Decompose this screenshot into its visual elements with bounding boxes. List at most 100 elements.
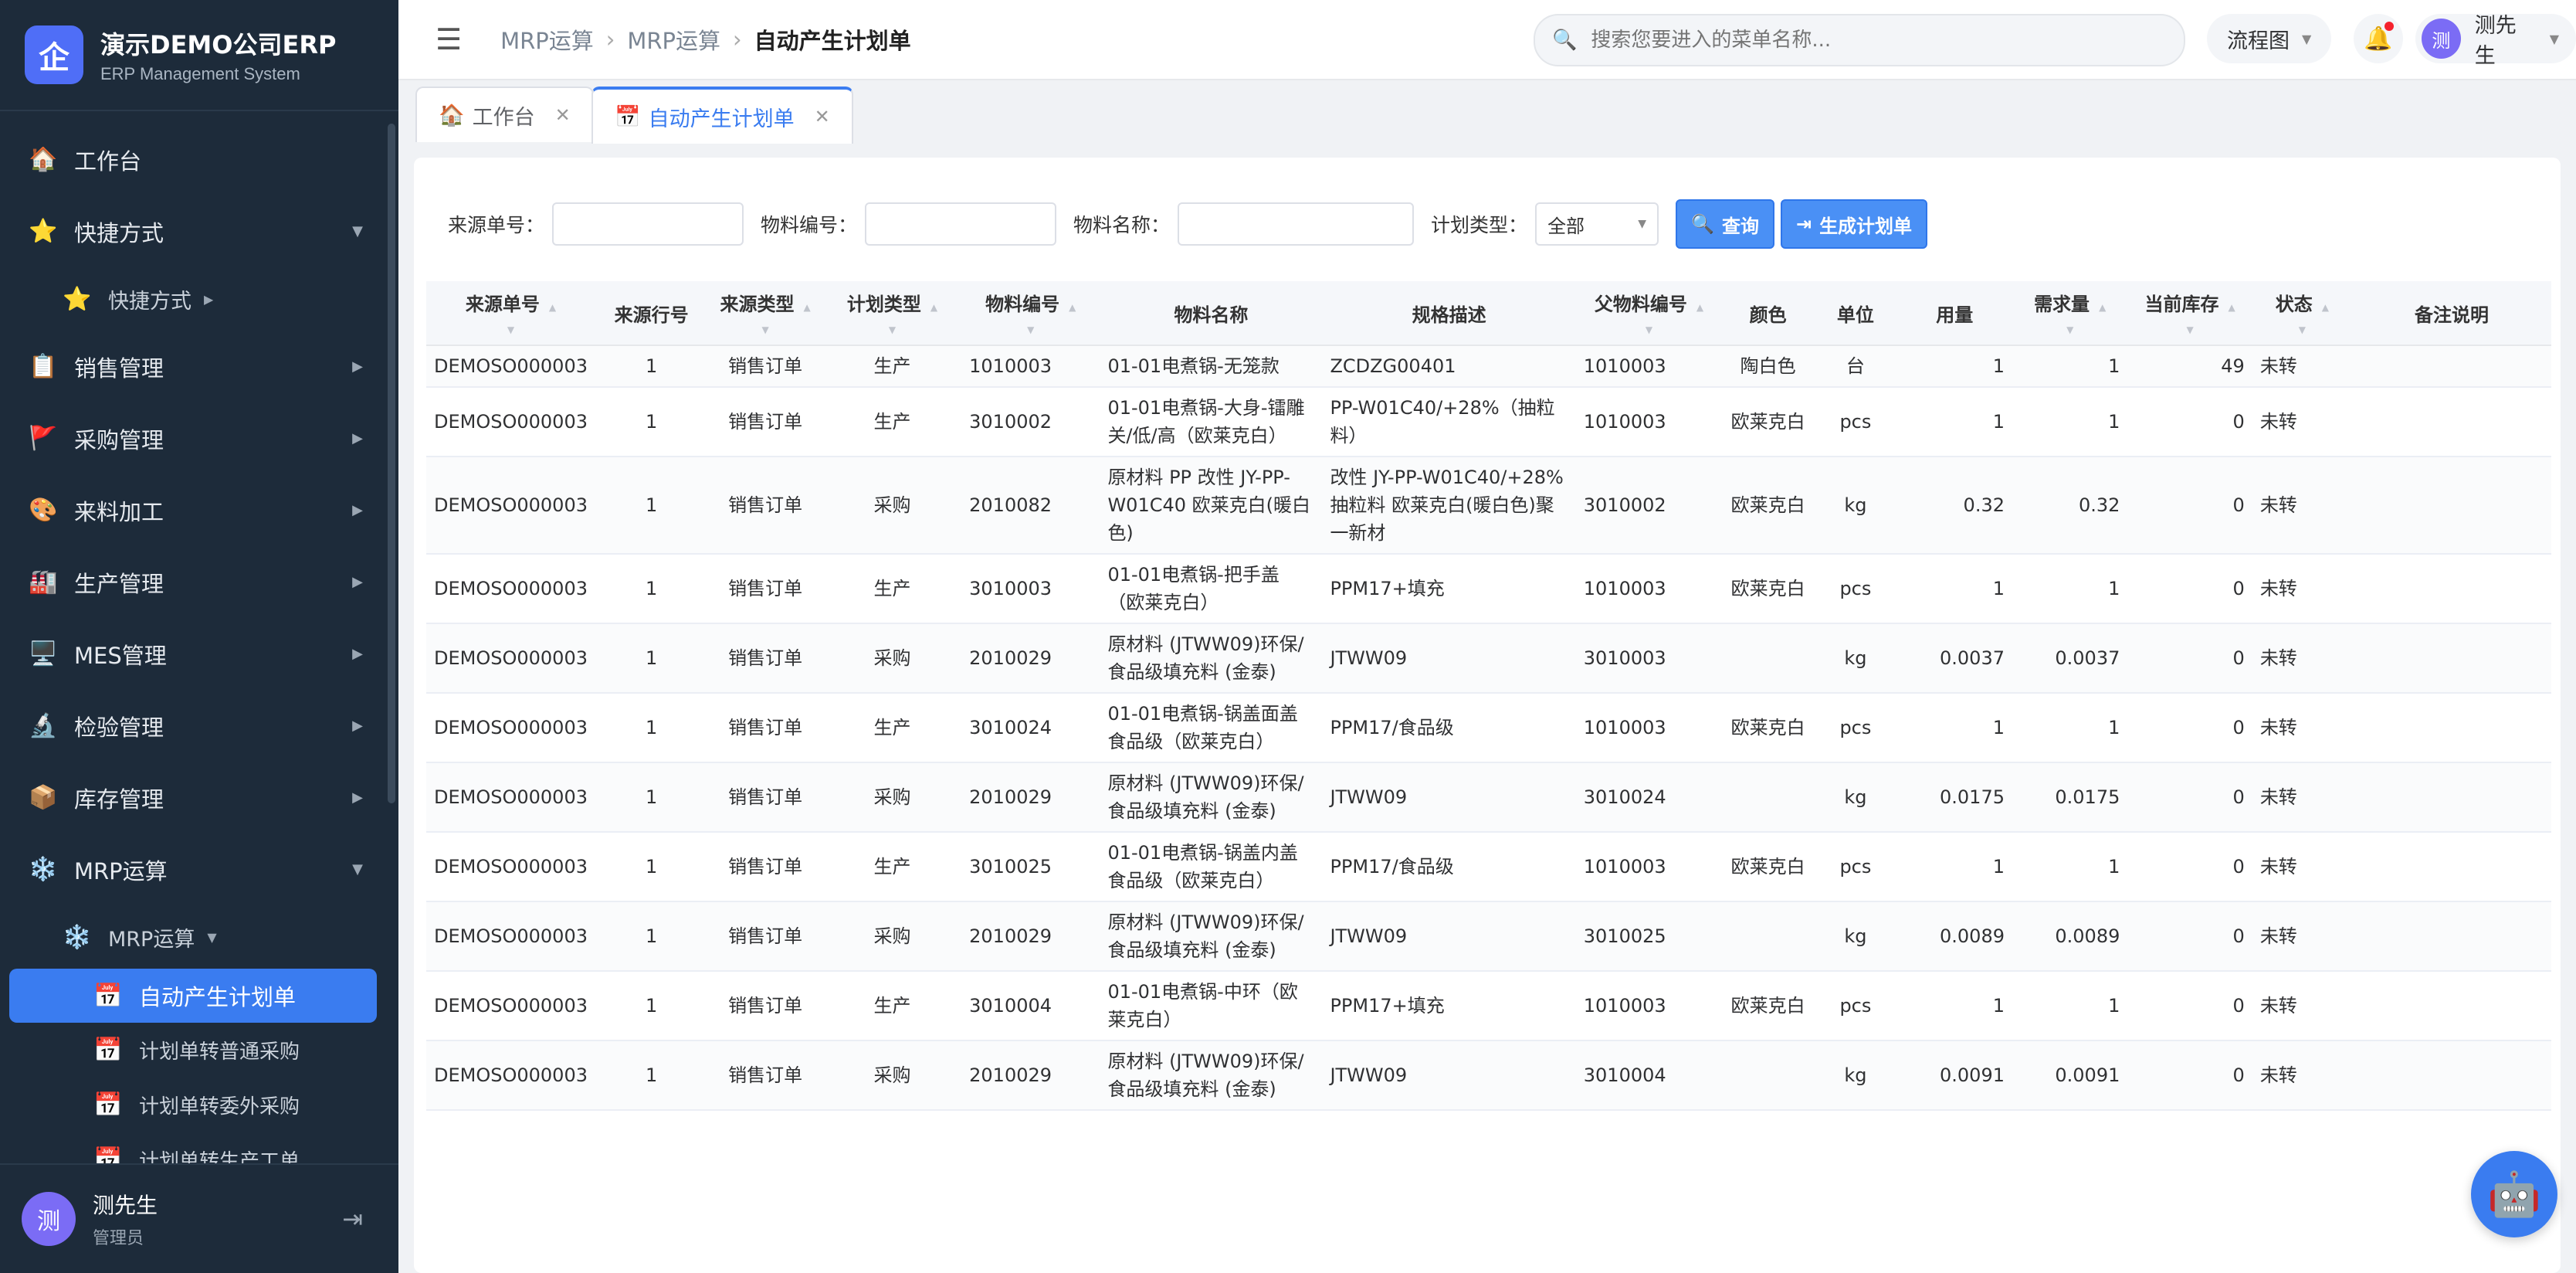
table-row[interactable]: DEMOSO000003 1 销售订单 生产 1010003 01-01电煮锅-无笼款 ZC… bbox=[426, 345, 2551, 388]
sidebar-item-production[interactable]: 🏭 生产管理 ▶ bbox=[0, 546, 386, 618]
col-header-source-type[interactable]: 来源类型 ▲ ▼ bbox=[707, 281, 823, 346]
sidebar-subitem-plan-to-purchase[interactable]: 📅 计划单转普通采购 bbox=[0, 1023, 386, 1078]
cell-stock: 49 bbox=[2127, 345, 2252, 388]
sidebar-item-label: 来料加工 bbox=[74, 498, 164, 525]
cell-status: 未转 bbox=[2252, 832, 2353, 902]
cell-stock: 0 bbox=[2127, 1040, 2252, 1111]
cell-spec: PPM17+填充 bbox=[1322, 971, 1576, 1041]
sidebar-item-label: 快捷方式 bbox=[108, 289, 192, 314]
menu-toggle-icon[interactable]: ☰ bbox=[436, 22, 462, 56]
col-header-material-name: 物料名称 bbox=[1100, 281, 1323, 346]
tab-auto-plan[interactable]: 📅 自动产生计划单 ✕ bbox=[591, 87, 853, 144]
table-row[interactable]: DEMOSO000003 1 销售订单 采购 2010029 原材料 (JTWW09)环保… bbox=[426, 623, 2551, 694]
sidebar-subitem-auto-plan[interactable]: 📅 自动产生计划单 bbox=[9, 969, 377, 1023]
sidebar-subitem-plan-to-outsource[interactable]: 📅 计划单转委外采购 bbox=[0, 1078, 386, 1132]
tab-workbench[interactable]: 🏠 工作台 ✕ bbox=[415, 87, 594, 142]
close-icon[interactable]: ✕ bbox=[815, 106, 830, 127]
cell-source-type: 销售订单 bbox=[707, 623, 823, 694]
plan-type-value: 全部 bbox=[1547, 215, 1585, 237]
breadcrumb-item[interactable]: MRP运算 bbox=[627, 23, 720, 56]
col-header-source-no[interactable]: 来源单号 ▲ ▼ bbox=[426, 281, 595, 346]
search-input[interactable] bbox=[1589, 28, 2149, 53]
sidebar-item-processing[interactable]: 🎨 来料加工 ▶ bbox=[0, 474, 386, 546]
cell-source-type: 销售订单 bbox=[707, 832, 823, 902]
table-body: DEMOSO000003 1 销售订单 生产 1010003 01-01电煮锅-无笼款 ZC… bbox=[426, 345, 2551, 1111]
table-row[interactable]: DEMOSO000003 1 销售订单 生产 3010002 01-01电煮锅-大身-镭雕… bbox=[426, 387, 2551, 457]
calendar-icon: 📅 bbox=[93, 982, 123, 1010]
material-name-input[interactable] bbox=[1178, 202, 1415, 246]
cell-usage: 0.0037 bbox=[1896, 623, 2012, 694]
cell-unit: pcs bbox=[1814, 554, 1897, 624]
plan-type-select[interactable]: 全部 ▼ bbox=[1535, 202, 1659, 246]
menu-search-box[interactable]: 🔍 bbox=[1534, 14, 2185, 66]
table-row[interactable]: DEMOSO000003 1 销售订单 采购 2010029 原材料 (JTWW09)环保… bbox=[426, 762, 2551, 833]
cell-source-type: 销售订单 bbox=[707, 762, 823, 833]
source-no-input[interactable] bbox=[552, 202, 744, 246]
cell-plan-type: 生产 bbox=[822, 832, 962, 902]
cell-source-no: DEMOSO000003 bbox=[426, 971, 595, 1041]
assistant-robot-button[interactable]: 🤖 bbox=[2471, 1151, 2557, 1237]
notification-button[interactable]: 🔔 bbox=[2354, 14, 2403, 63]
sidebar-menu: 🏠 工作台 ⭐ 快捷方式 ▼ ⭐ 快捷方式 ▶ 📋 销售管理 ▶ 🚩 采购管理 … bbox=[0, 124, 386, 1187]
filter-bar: 来源单号： 物料编号： 物料名称： 计划类型： 全部 ▼ 🔍 查询 ⇥ 生成计划… bbox=[448, 199, 1928, 249]
cell-spec: ZCDZG00401 bbox=[1322, 345, 1576, 388]
sidebar-scrollbar[interactable] bbox=[388, 124, 395, 803]
table-row[interactable]: DEMOSO000003 1 销售订单 生产 3010024 01-01电煮锅-锅盖面盖 … bbox=[426, 693, 2551, 763]
table-row[interactable]: DEMOSO000003 1 销售订单 生产 3010003 01-01电煮锅-把手盖（欧… bbox=[426, 554, 2551, 624]
cell-stock: 0 bbox=[2127, 901, 2252, 972]
user-menu[interactable]: 测 测先生 ▼ bbox=[2415, 14, 2576, 68]
sidebar-item-shortcuts[interactable]: ⭐ 快捷方式 ▼ bbox=[0, 195, 386, 267]
generate-plan-button[interactable]: ⇥ 生成计划单 bbox=[1780, 199, 1928, 249]
sidebar-item-label: MES管理 bbox=[74, 642, 167, 669]
cell-remark bbox=[2352, 345, 2551, 388]
cell-source-type: 销售订单 bbox=[707, 971, 823, 1041]
brand-header: 企 演示DEMO公司ERP ERP Management System bbox=[0, 0, 398, 111]
avatar[interactable]: 测 bbox=[22, 1192, 76, 1246]
col-header-material-no[interactable]: 物料编号 ▲ ▼ bbox=[961, 281, 1100, 346]
sidebar-item-sales[interactable]: 📋 销售管理 ▶ bbox=[0, 331, 386, 402]
cell-demand: 1 bbox=[2012, 971, 2128, 1041]
cell-remark bbox=[2352, 693, 2551, 763]
cell-status: 未转 bbox=[2252, 345, 2353, 388]
col-header-plan-type[interactable]: 计划类型 ▲ ▼ bbox=[822, 281, 962, 346]
table-row[interactable]: DEMOSO000003 1 销售订单 采购 2010082 原材料 PP 改性 JY-P… bbox=[426, 457, 2551, 555]
col-header-demand[interactable]: 需求量 ▲ ▼ bbox=[2012, 281, 2128, 346]
cell-unit: pcs bbox=[1814, 387, 1897, 457]
cell-material-no: 3010002 bbox=[961, 387, 1100, 457]
cell-material-name: 原材料 PP 改性 JY-PP-W01C40 欧莱克白(暖白色) bbox=[1100, 457, 1323, 555]
sidebar-item-inventory[interactable]: 📦 库存管理 ▶ bbox=[0, 762, 386, 833]
cell-source-line: 1 bbox=[595, 345, 708, 388]
col-header-stock[interactable]: 当前库存 ▲ ▼ bbox=[2127, 281, 2252, 346]
sidebar-item-inspection[interactable]: 🔬 检验管理 ▶ bbox=[0, 690, 386, 762]
cell-color bbox=[1722, 762, 1815, 833]
cell-stock: 0 bbox=[2127, 387, 2252, 457]
col-header-parent-no[interactable]: 父物料编号 ▲ ▼ bbox=[1575, 281, 1723, 346]
cell-demand: 0.0175 bbox=[2012, 762, 2128, 833]
table-header-row: 来源单号 ▲ ▼ 来源行号 来源类型 ▲ ▼ 计划类型 ▲ ▼ 物料编号 ▲ ▼ 物料名称 规格… bbox=[426, 281, 2551, 346]
breadcrumb-item[interactable]: MRP运算 bbox=[500, 23, 594, 56]
sidebar-item-mes[interactable]: 🖥️ MES管理 ▶ bbox=[0, 618, 386, 690]
sidebar-subitem-shortcuts[interactable]: ⭐ 快捷方式 ▶ bbox=[0, 267, 386, 331]
close-icon[interactable]: ✕ bbox=[555, 104, 571, 126]
sidebar-item-workbench[interactable]: 🏠 工作台 bbox=[0, 124, 386, 195]
sidebar-item-purchase[interactable]: 🚩 采购管理 ▶ bbox=[0, 402, 386, 474]
table-row[interactable]: DEMOSO000003 1 销售订单 生产 3010004 01-01电煮锅-中环（欧莱… bbox=[426, 971, 2551, 1041]
table-row[interactable]: DEMOSO000003 1 销售订单 生产 3010025 01-01电煮锅-锅盖内盖 … bbox=[426, 832, 2551, 902]
cell-material-no: 3010004 bbox=[961, 971, 1100, 1041]
table-row[interactable]: DEMOSO000003 1 销售订单 采购 2010029 原材料 (JTWW09)环保… bbox=[426, 901, 2551, 972]
flowchart-dropdown[interactable]: 流程图 ▼ bbox=[2207, 14, 2332, 63]
col-header-status[interactable]: 状态 ▲ ▼ bbox=[2252, 281, 2353, 346]
tab-label: 工作台 bbox=[472, 105, 535, 130]
cell-status: 未转 bbox=[2252, 901, 2353, 972]
sidebar-subitem-mrp[interactable]: ❄️ MRP运算 ▼ bbox=[0, 905, 386, 969]
query-button[interactable]: 🔍 查询 bbox=[1676, 199, 1774, 249]
sidebar-item-mrp[interactable]: ❄️ MRP运算 ▼ bbox=[0, 833, 386, 905]
search-icon: 🔍 bbox=[1691, 213, 1714, 235]
logout-icon[interactable]: ⇥ bbox=[342, 1204, 363, 1234]
cell-demand: 1 bbox=[2012, 387, 2128, 457]
cell-demand: 1 bbox=[2012, 554, 2128, 624]
table-row[interactable]: DEMOSO000003 1 销售订单 采购 2010029 原材料 (JTWW09)环保… bbox=[426, 1040, 2551, 1111]
material-no-input[interactable] bbox=[865, 202, 1057, 246]
sidebar: 企 演示DEMO公司ERP ERP Management System 🏠 工作… bbox=[0, 0, 398, 1273]
brand-subtitle: ERP Management System bbox=[100, 64, 300, 83]
